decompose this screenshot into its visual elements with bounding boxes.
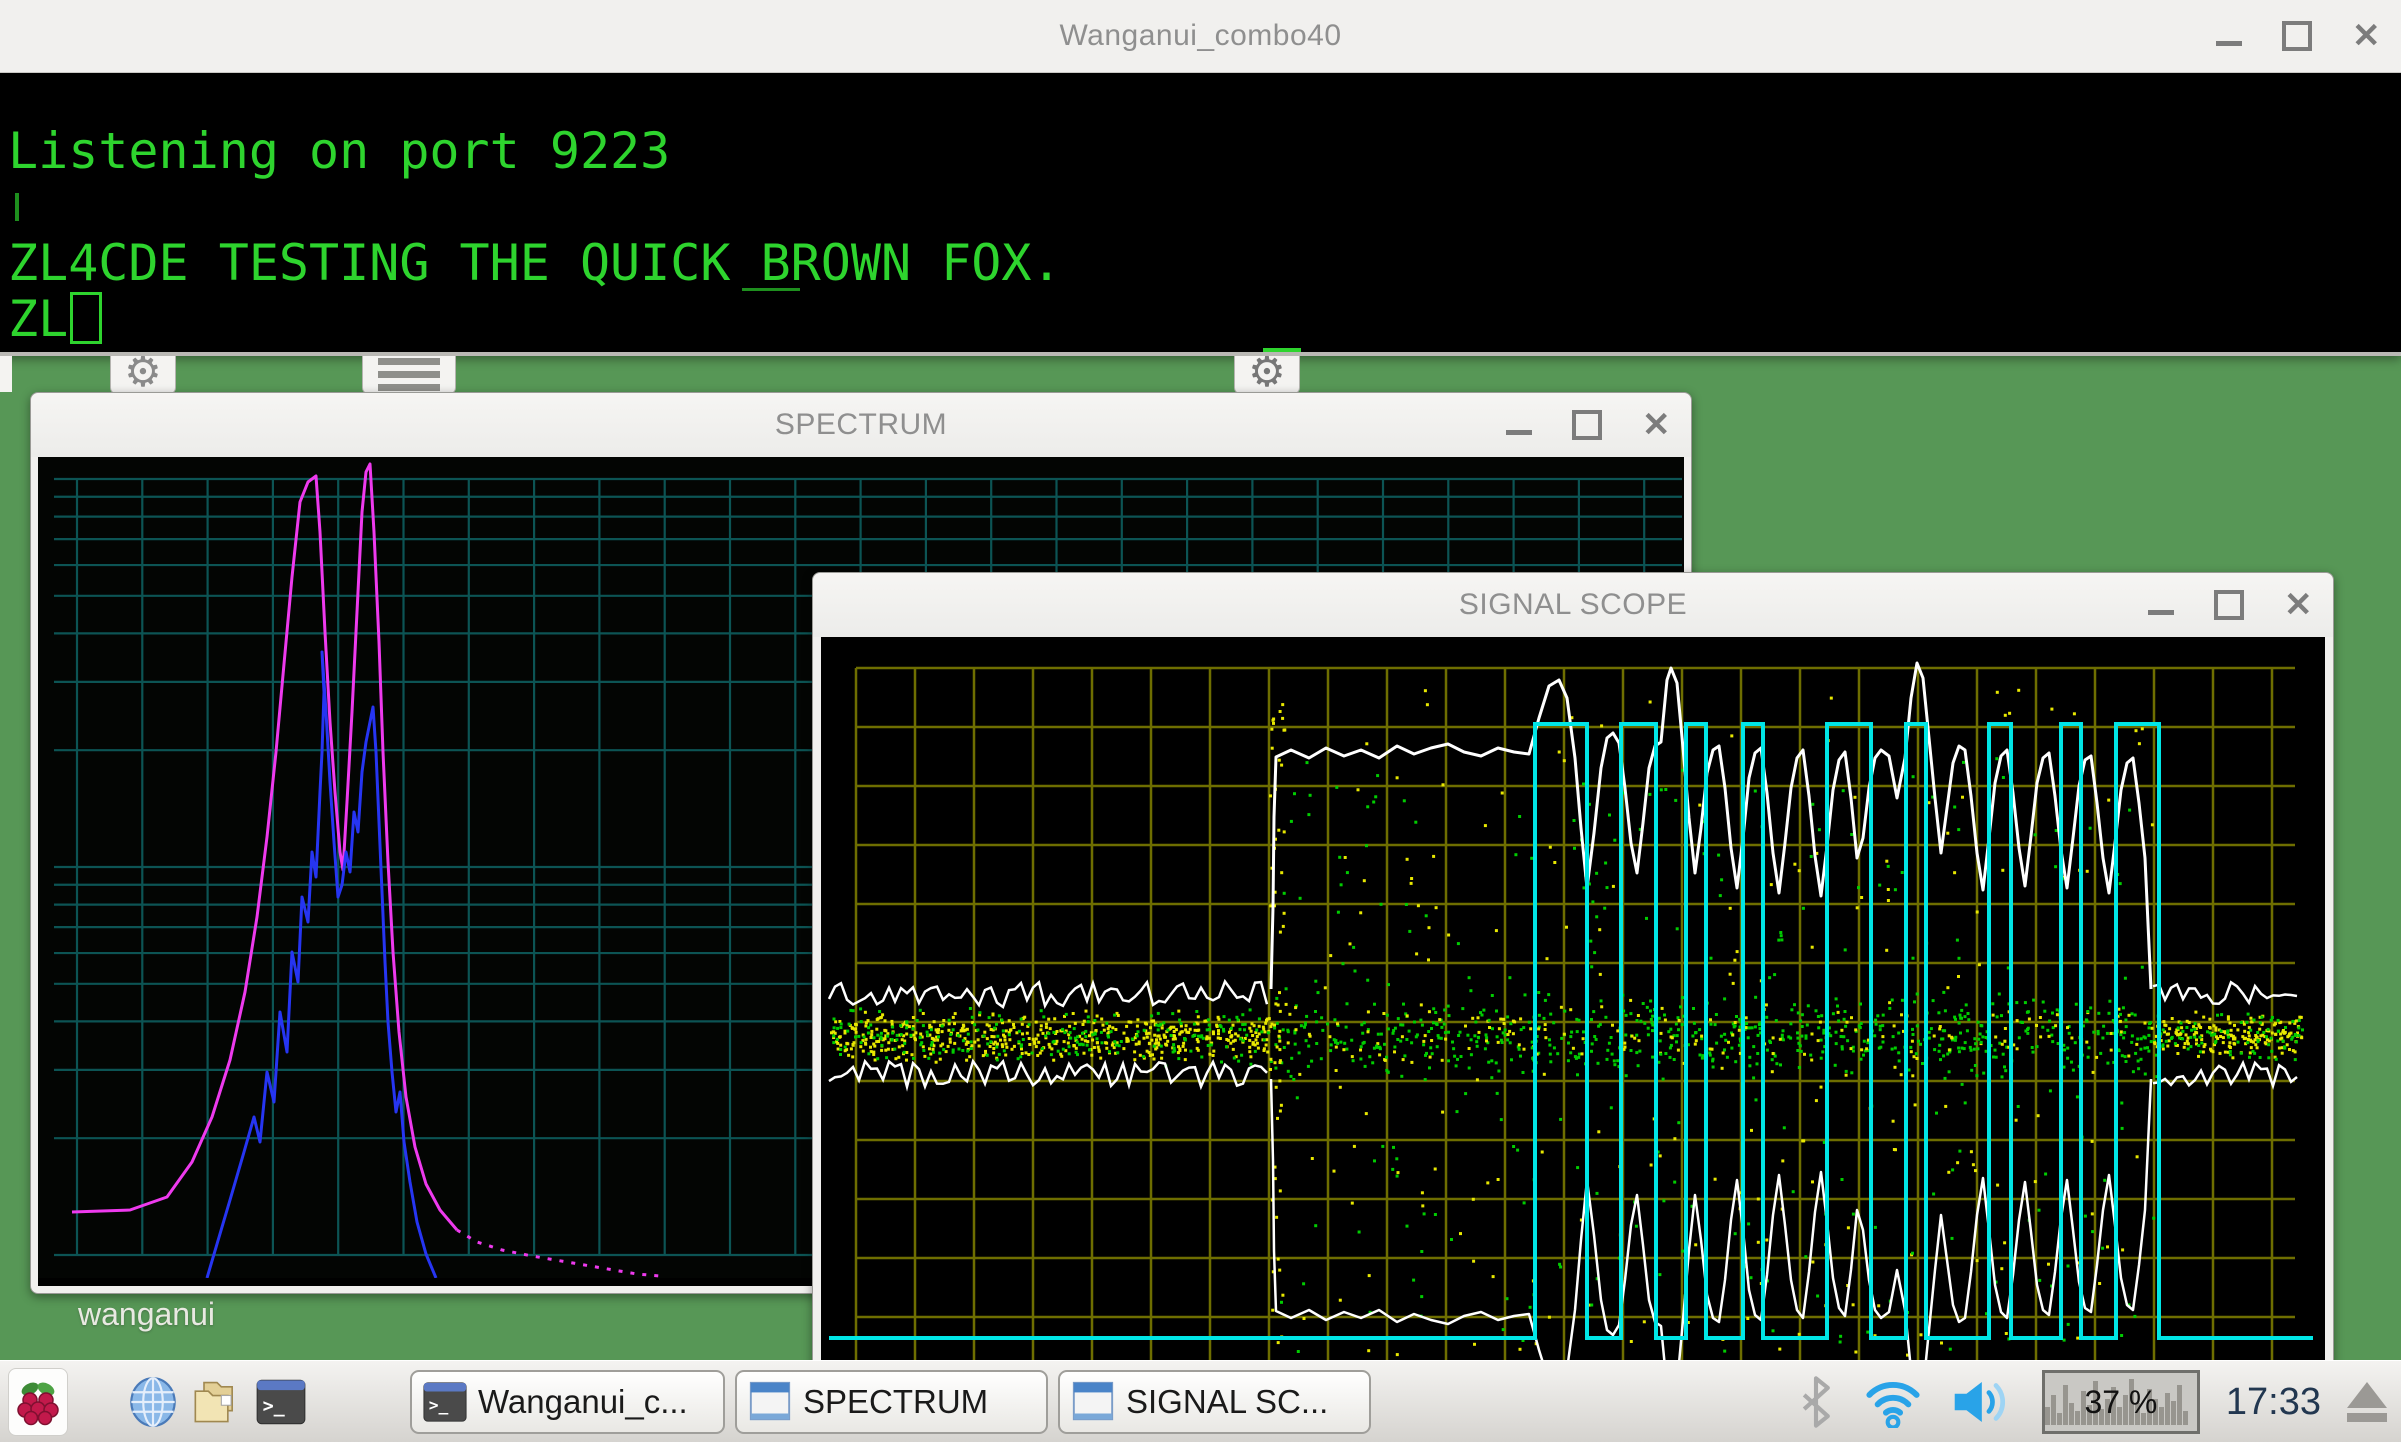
taskbar-task-signal-scope[interactable]: SIGNAL SC...: [1058, 1370, 1371, 1434]
terminal-titlebar[interactable]: Wanganui_combo40 ✕: [0, 0, 2401, 73]
scope-canvas: [821, 637, 2325, 1435]
underline-artifact: [742, 288, 800, 291]
desktop: Wanganui_combo40 ✕ Listening on port 922…: [0, 0, 2401, 1442]
volume-icon[interactable]: [1950, 1376, 2016, 1428]
svg-text:>_: >_: [263, 1396, 286, 1417]
minimize-button[interactable]: [1506, 430, 1532, 435]
task-label: SPECTRUM: [803, 1383, 988, 1421]
taskbar: >_ >_ Wanganui_c... SPECTRUM: [0, 1360, 2401, 1442]
task-label: SIGNAL SC...: [1126, 1383, 1328, 1421]
signal-scope-window: SIGNAL SCOPE ✕: [812, 572, 2334, 1442]
spectrum-titlebar[interactable]: SPECTRUM ✕: [31, 393, 1691, 457]
clock[interactable]: 17:33: [2226, 1381, 2321, 1424]
terminal-output[interactable]: Listening on port 9223 ZL4CDE TESTING TH…: [0, 73, 2401, 352]
bluetooth-icon[interactable]: [1796, 1376, 1836, 1428]
taskbar-task-spectrum[interactable]: SPECTRUM: [735, 1370, 1048, 1434]
cursor-artifact: [15, 193, 19, 221]
gear-button[interactable]: ⚙: [1234, 356, 1300, 392]
terminal-cursor: [70, 292, 102, 344]
eject-icon: [2347, 1382, 2387, 1408]
eject-icon-bar: [2347, 1413, 2387, 1422]
globe-icon: [127, 1376, 179, 1428]
close-button[interactable]: ✕: [2352, 19, 2381, 53]
svg-text:>_: >_: [429, 1396, 449, 1415]
window-icon: [1070, 1379, 1116, 1425]
minimize-button[interactable]: [2216, 41, 2242, 46]
terminal-line: ZL: [8, 290, 68, 348]
folder-icon: [191, 1376, 243, 1428]
terminal-icon: >_: [422, 1379, 468, 1425]
gear-button[interactable]: ⚙: [110, 356, 176, 392]
terminal-line: Listening on port 9223: [8, 122, 670, 180]
hamburger-icon: [378, 358, 440, 391]
window-icon: [747, 1379, 793, 1425]
maximize-button[interactable]: [1572, 410, 1602, 440]
minimize-button[interactable]: [2148, 610, 2174, 615]
terminal-line: ZL4CDE TESTING THE QUICK BROWN FOX.: [8, 234, 1062, 292]
scope-plot-area: [821, 637, 2325, 1442]
cpu-usage-label: 37 %: [2084, 1384, 2157, 1421]
cpu-usage-monitor[interactable]: 37 %: [2042, 1370, 2200, 1434]
gear-icon: ⚙: [1248, 356, 1286, 392]
maximize-button[interactable]: [2282, 21, 2312, 51]
raspberry-icon: [14, 1378, 62, 1426]
scope-title: SIGNAL SCOPE: [1459, 588, 1687, 622]
window-fragment: [0, 356, 12, 392]
taskbar-task-terminal[interactable]: >_ Wanganui_c...: [410, 1370, 725, 1434]
terminal-window: Wanganui_combo40 ✕ Listening on port 922…: [0, 0, 2401, 356]
menu-button[interactable]: [362, 356, 456, 392]
spectrum-title: SPECTRUM: [775, 408, 947, 442]
web-browser-launcher[interactable]: [124, 1369, 182, 1435]
wifi-icon[interactable]: [1862, 1376, 1924, 1428]
eject-button[interactable]: [2347, 1382, 2387, 1422]
file-manager-launcher[interactable]: [188, 1369, 246, 1435]
scope-titlebar[interactable]: SIGNAL SCOPE ✕: [813, 573, 2333, 637]
gear-icon: ⚙: [124, 356, 162, 392]
hidden-window-toolbar: ⚙ ⚙: [0, 356, 2401, 392]
close-button[interactable]: ✕: [1642, 408, 1671, 442]
task-label: Wanganui_c...: [478, 1383, 688, 1421]
menu-button[interactable]: [8, 1368, 68, 1436]
terminal-launcher[interactable]: >_: [252, 1369, 310, 1435]
terminal-title: Wanganui_combo40: [1059, 19, 1341, 53]
desktop-icon-label[interactable]: wanganui: [78, 1296, 215, 1333]
terminal-icon: >_: [255, 1376, 307, 1428]
maximize-button[interactable]: [2214, 590, 2244, 620]
close-button[interactable]: ✕: [2284, 588, 2313, 622]
